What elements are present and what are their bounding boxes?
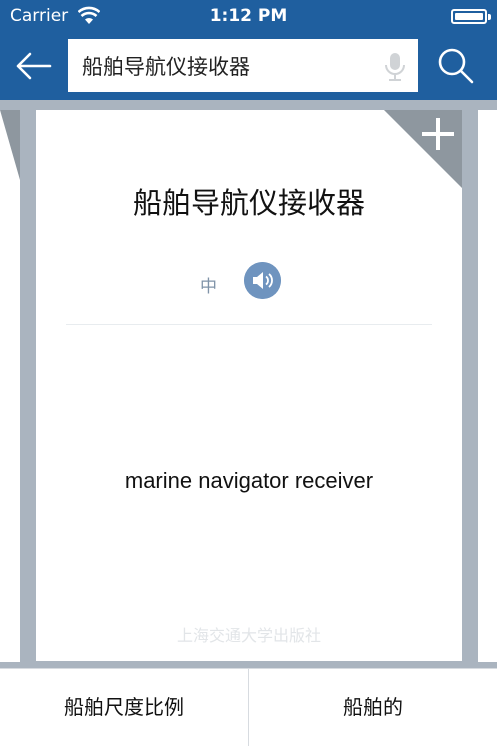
corner-fold: [0, 110, 20, 180]
previous-card-peek[interactable]: [0, 110, 20, 662]
status-bar: Carrier 1:12 PM: [0, 0, 497, 32]
bottom-nav: 船舶尺度比例 船舶的: [0, 668, 497, 746]
microphone-icon[interactable]: [384, 52, 406, 82]
word-card: 船舶导航仪接收器 中 marine navigator receiver 上海交…: [36, 110, 462, 661]
remove-icon: [0, 242, 14, 246]
top-bar: Carrier 1:12 PM: [0, 0, 497, 100]
back-arrow-icon[interactable]: [14, 48, 54, 84]
search-input[interactable]: [82, 39, 372, 92]
publisher-watermark: 上海交通大学出版社: [176, 626, 321, 645]
battery-icon: [451, 9, 491, 24]
next-card-peek[interactable]: [478, 110, 497, 662]
add-icon[interactable]: [418, 114, 458, 154]
clock: 1:12 PM: [209, 6, 288, 26]
next-term-button[interactable]: 船舶的: [249, 669, 497, 746]
language-label: 中: [200, 277, 217, 297]
divider: [66, 324, 432, 325]
search-box: [68, 39, 418, 92]
speaker-icon[interactable]: [244, 262, 281, 299]
translation-text: marine navigator receiver: [124, 468, 374, 493]
search-icon[interactable]: [436, 46, 476, 86]
previous-term-button[interactable]: 船舶尺度比例: [0, 669, 248, 746]
term-title: 船舶导航仪接收器: [132, 186, 365, 220]
